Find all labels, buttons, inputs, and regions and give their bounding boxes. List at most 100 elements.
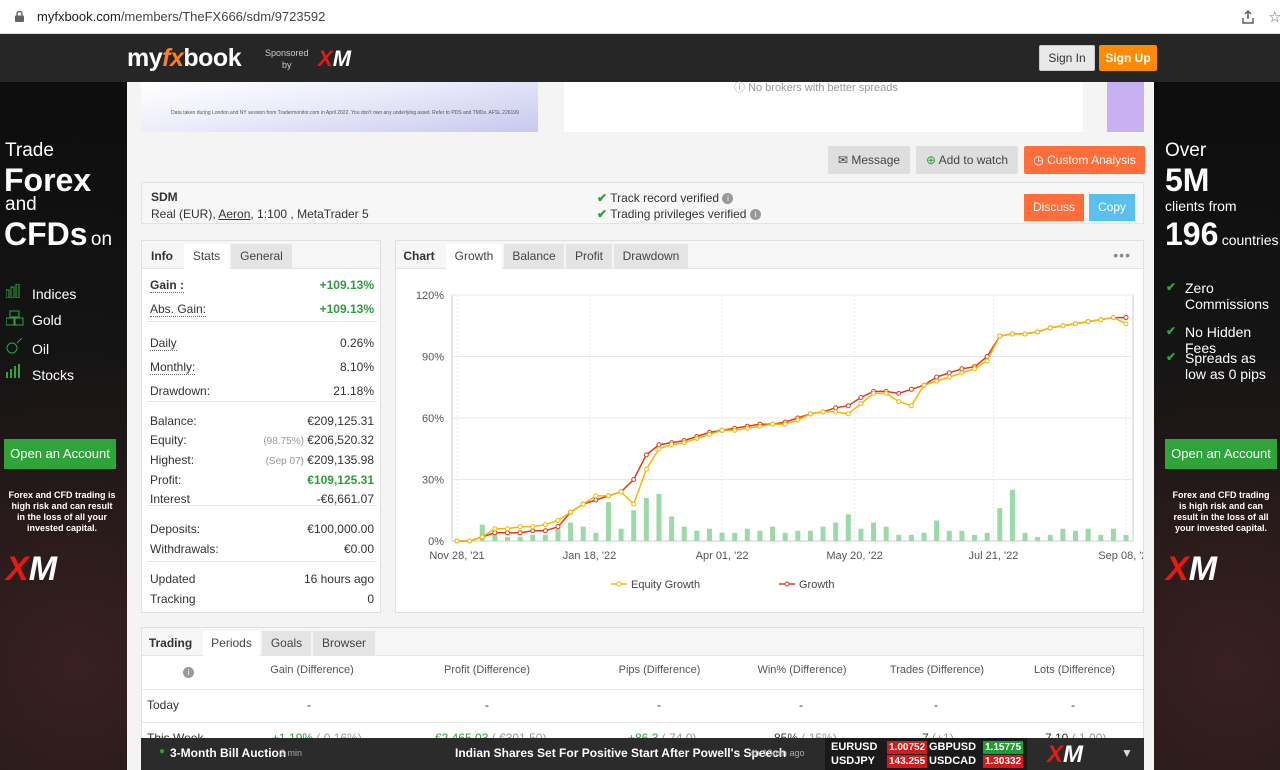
ticker-event[interactable]: 3-Month Bill Auction <box>170 746 286 760</box>
data-point <box>946 370 952 376</box>
data-point <box>858 395 864 400</box>
fx-rates[interactable]: EURUSD 1.00752 GBPUSD 1.15775 USDJPY 143… <box>825 738 1027 770</box>
profit-bar <box>770 526 776 541</box>
custom-analysis-button[interactable]: ◷ Custom Analysis <box>1024 146 1145 174</box>
y-tick-label: 30% <box>422 475 444 487</box>
tab-goals[interactable]: Goals <box>262 631 311 656</box>
right-ad-banner[interactable]: Over 5M clients from 196 countries ✔ Zer… <box>1154 82 1280 770</box>
tab-trading[interactable]: Trading <box>142 631 199 656</box>
data-point <box>605 493 611 499</box>
stat-value-text: €206,520.32 <box>307 433 374 447</box>
profit-bar <box>530 534 536 541</box>
data-point <box>934 378 940 384</box>
data-point <box>618 489 624 495</box>
left-ad-banner[interactable]: Trade Forex and CFDs on Indices Gold Oil… <box>0 82 127 770</box>
stat-label[interactable]: Abs. Gain: <box>150 302 207 317</box>
tab-drawdown[interactable]: Drawdown <box>614 244 688 269</box>
profit-bar <box>580 526 586 541</box>
data-point <box>694 436 700 441</box>
data-point <box>555 524 561 530</box>
info-icon[interactable]: i <box>183 665 194 679</box>
profit-bar <box>972 534 978 541</box>
x-tick-label: Jan 18, '22 <box>563 550 616 562</box>
data-point <box>1035 329 1041 335</box>
stat-value: €209,125.31 <box>307 414 374 428</box>
open-account-button[interactable]: Open an Account <box>4 439 116 469</box>
tab-browser[interactable]: Browser <box>313 631 375 656</box>
myfxbook-logo[interactable]: myfxbook <box>127 44 242 73</box>
stat-label[interactable]: Daily <box>150 336 177 351</box>
tab-info[interactable]: Info <box>142 244 182 269</box>
ticker-time: 3 min <box>280 748 303 758</box>
stat-label[interactable]: Monthly: <box>150 360 196 375</box>
data-point <box>770 421 776 427</box>
stat-value-text: €0.00 <box>343 542 374 556</box>
add-to-watch-button[interactable]: ⊕ Add to watch <box>916 146 1018 174</box>
promo-banner[interactable]: Data taken during London and NY session … <box>141 82 538 132</box>
sign-up-button[interactable]: Sign Up <box>1099 45 1157 71</box>
col-header[interactable]: Trades (Difference) <box>877 664 997 676</box>
col-header[interactable]: Gain (Difference) <box>262 664 362 676</box>
share-icon[interactable] <box>1240 9 1256 25</box>
profit-bar <box>1073 530 1079 541</box>
check-icon: ✔ <box>597 207 608 221</box>
data-point <box>643 466 649 472</box>
trading-privileges-verified: ✔ Trading privileges verified i <box>597 207 761 221</box>
info-icon[interactable]: i <box>749 209 761 220</box>
envelope-icon: ✉ <box>837 153 848 167</box>
data-point <box>492 526 498 532</box>
legend-marker <box>784 581 790 587</box>
tab-chart[interactable]: Chart <box>396 244 442 269</box>
stat-value: 16 hours ago <box>304 572 374 586</box>
xm-logo[interactable]: XM <box>318 46 351 72</box>
col-header[interactable]: Lots (Difference) <box>1017 664 1132 676</box>
open-account-button[interactable]: Open an Account <box>1165 439 1277 469</box>
ad-text: CFDs on <box>4 216 113 252</box>
col-header[interactable]: Pips (Difference) <box>602 664 717 676</box>
copy-button[interactable]: Copy <box>1089 194 1135 221</box>
account-desc: Real (EUR), Aeron, 1:100 , MetaTrader 5 <box>151 207 369 221</box>
star-icon[interactable]: ☆ <box>1268 8 1280 26</box>
profit-bar <box>631 510 637 541</box>
more-options-icon[interactable]: ••• <box>1113 247 1131 263</box>
xm-logo[interactable]: XM <box>1047 741 1083 769</box>
stat-label[interactable]: Gain : <box>150 278 185 293</box>
discuss-button[interactable]: Discuss <box>1024 194 1084 221</box>
stat-value: (Sep 07) €209,135.98 <box>266 453 374 467</box>
tab-balance[interactable]: Balance <box>504 244 564 269</box>
url-text[interactable]: myfxbook.com/members/TheFX666/sdm/972359… <box>37 9 325 24</box>
sign-in-button[interactable]: Sign In <box>1039 45 1095 71</box>
data-point <box>984 358 990 364</box>
stat-value-text: 0.26% <box>339 336 374 350</box>
ad-text: Over <box>1165 140 1207 161</box>
stat-label: Drawdown: <box>150 384 211 398</box>
ticker-headline[interactable]: Indian Shares Set For Positive Start Aft… <box>455 746 786 760</box>
tab-profit[interactable]: Profit <box>566 244 612 269</box>
profit-bar <box>492 534 498 541</box>
tab-growth[interactable]: Growth <box>446 244 502 269</box>
tab-general[interactable]: General <box>231 244 292 269</box>
data-point <box>1009 331 1015 337</box>
data-point <box>530 524 536 530</box>
col-header[interactable]: Profit (Difference) <box>422 664 552 676</box>
side-banner[interactable] <box>1107 82 1144 132</box>
tab-stats[interactable]: Stats <box>184 244 229 269</box>
data-point <box>517 524 523 530</box>
series-line-equity-growth <box>457 316 1127 542</box>
stat-row: Highest: (Sep 07) €209,135.98 <box>150 453 374 469</box>
chevron-down-icon[interactable]: ▼ <box>1121 746 1133 760</box>
message-button[interactable]: ✉ Message <box>828 146 910 174</box>
data-point <box>757 423 763 429</box>
info-icon[interactable]: i <box>722 193 734 204</box>
plus-circle-icon: ⊕ <box>925 153 936 167</box>
data-point <box>1123 315 1129 321</box>
broker-link[interactable]: Aeron <box>218 207 250 221</box>
brokers-note: ⓘ No brokers with better spreads <box>734 82 898 94</box>
data-point <box>1123 321 1129 327</box>
profit-bar <box>555 528 561 541</box>
tab-periods[interactable]: Periods <box>203 631 260 656</box>
ad-text: 196 countries <box>1165 216 1279 252</box>
stat-value: (98.75%) €206,520.32 <box>263 433 374 447</box>
col-header[interactable]: Win% (Difference) <box>747 664 857 676</box>
stat-row: Deposits: €100,000.00 <box>150 522 374 538</box>
